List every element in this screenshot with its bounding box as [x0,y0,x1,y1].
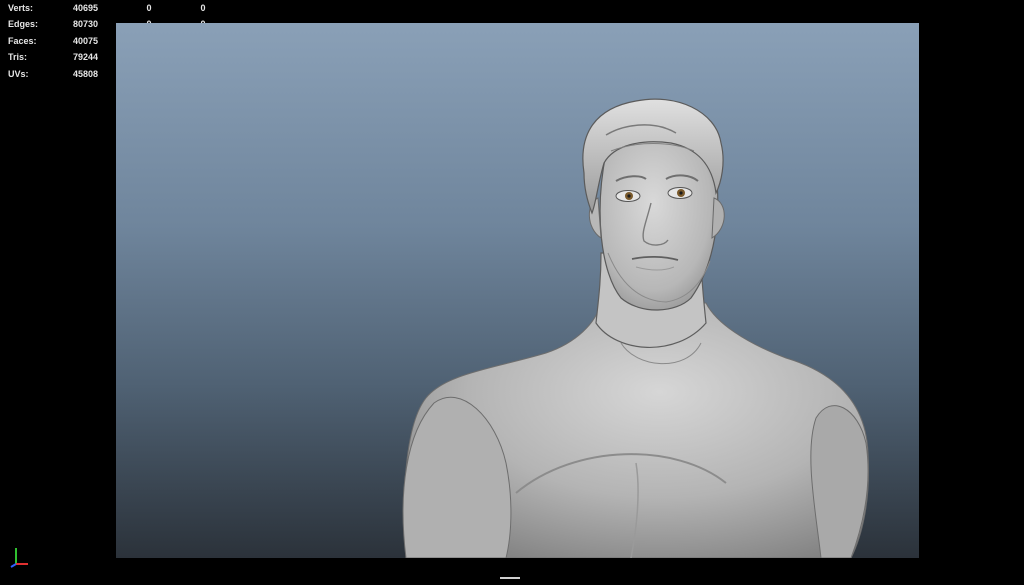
3d-viewport[interactable] [116,23,919,558]
hud-label: Edges: [8,19,39,30]
hud-total: 79244 [72,52,98,63]
xyz-axis-icon [10,548,28,568]
hud-row-verts: Verts: 40695 0 0 [0,0,220,16]
hud-total: 45808 [72,68,98,79]
hud-label: Tris: [8,52,28,63]
hud-label: UVs: [8,68,29,79]
hud-label: Faces: [8,35,37,46]
hud-total: 40695 [72,3,98,13]
hud-selected-tris: 0 [200,3,206,13]
camera-name-label-fragment [498,567,522,579]
hud-selected: 0 [146,3,152,13]
hud-total: 40075 [72,35,98,46]
character-model[interactable] [116,23,919,558]
hud-label: Verts: [8,3,34,13]
model-head [599,131,719,311]
hud-total: 80730 [72,19,98,30]
